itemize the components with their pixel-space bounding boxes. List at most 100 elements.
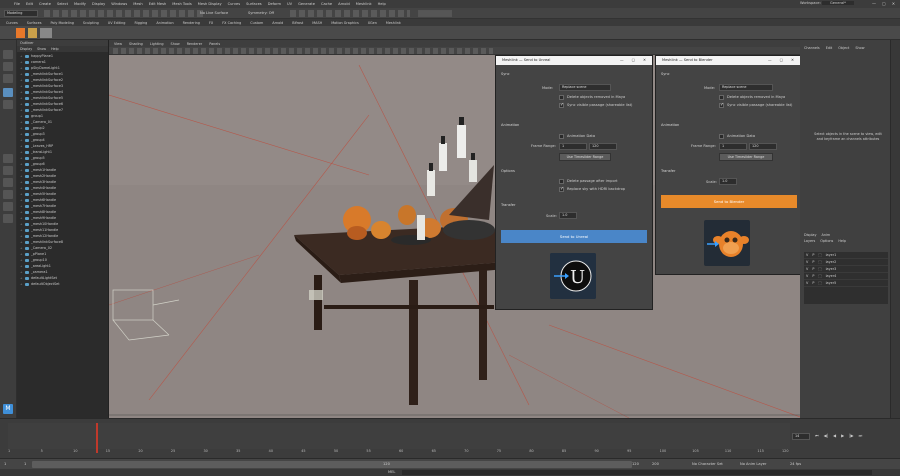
timeslider-range-button[interactable]: Use Timeslider Range [719, 153, 773, 161]
viewport-menu-item-2[interactable]: Lighting [150, 42, 164, 46]
send-to-unreal-button[interactable]: Send to Unreal [501, 230, 647, 243]
menu-item-15[interactable]: Generate [298, 2, 315, 6]
maximize-icon[interactable]: ▢ [632, 56, 635, 65]
shelf-tab-11[interactable]: Arnold [272, 21, 283, 25]
menu-item-10[interactable]: Mesh Display [198, 2, 222, 6]
close-icon[interactable]: ✕ [643, 56, 646, 65]
layer-menu-item-0[interactable]: Layers [804, 239, 815, 243]
expand-icon[interactable]: + [20, 240, 24, 244]
expand-icon[interactable]: + [20, 162, 24, 166]
shelf-tab-2[interactable]: Poly Modeling [50, 21, 73, 25]
maximize-icon[interactable]: ▢ [780, 56, 783, 65]
expand-icon[interactable]: + [20, 228, 24, 232]
time-slider[interactable]: 1 5 10 15 20 25 30 35 40 45 50 55 60 65 70 75 80 85 90 95 10… [0, 418, 900, 458]
playhead[interactable] [96, 423, 98, 453]
delete-passage-checkbox[interactable] [559, 179, 564, 184]
expand-icon[interactable]: + [20, 78, 24, 82]
shelf-tab-8[interactable]: FX [209, 21, 213, 25]
expand-icon[interactable]: + [20, 174, 24, 178]
animation-data-checkbox[interactable] [719, 134, 724, 139]
expand-icon[interactable]: + [20, 222, 24, 226]
menu-item-7[interactable]: Mesh [133, 2, 142, 6]
menu-item-12[interactable]: Surfaces [246, 2, 262, 6]
minimize-icon[interactable]: — [768, 56, 772, 65]
menu-item-18[interactable]: Meshlink [356, 2, 372, 6]
send-to-blender-button[interactable]: Send to Blender [661, 195, 797, 208]
channel-tab-3[interactable]: Show [855, 46, 864, 54]
shelf-tab-4[interactable]: UV Editing [108, 21, 126, 25]
playback-toggle[interactable]: P [812, 281, 814, 285]
shelf-tab-12[interactable]: Bifrost [292, 21, 303, 25]
expand-icon[interactable]: + [20, 252, 24, 256]
layer-row[interactable]: V P ⬚ layer2 [804, 259, 888, 266]
layer-tab-0[interactable]: Display [804, 233, 817, 237]
expand-icon[interactable]: + [20, 282, 24, 286]
play-back-icon[interactable]: ◀ [833, 433, 836, 438]
expand-icon[interactable]: + [20, 204, 24, 208]
range-bar[interactable] [32, 461, 632, 468]
channel-tab-0[interactable]: Channels [804, 46, 820, 54]
viewport-menu-item-3[interactable]: Show [171, 42, 180, 46]
timeslider-range-button[interactable]: Use Timeslider Range [559, 153, 611, 161]
layout-outliner-icon[interactable] [3, 214, 13, 223]
blender-monkey-icon[interactable] [704, 220, 750, 266]
minimize-icon[interactable]: — [620, 56, 624, 65]
step-forward-icon[interactable]: |▶ [849, 433, 853, 438]
expand-icon[interactable]: + [20, 246, 24, 250]
layout-four-icon[interactable] [3, 166, 13, 175]
range-end-inner[interactable]: 120 [383, 462, 390, 466]
frame-start-input[interactable]: 1 [559, 143, 587, 150]
menu-item-9[interactable]: Mesh Tools [172, 2, 191, 6]
expand-icon[interactable]: + [20, 168, 24, 172]
shelf-tab-14[interactable]: Motion Graphics [331, 21, 359, 25]
shelf-tab-3[interactable]: Sculpting [83, 21, 99, 25]
scale-input[interactable]: 1.0 [719, 178, 737, 185]
layer-row[interactable]: V P ⬚ layer1 [804, 252, 888, 259]
menu-item-8[interactable]: Edit Mesh [149, 2, 167, 6]
scale-input[interactable]: 1.0 [559, 212, 577, 219]
fps-select[interactable]: 24 fps [790, 462, 801, 466]
expand-icon[interactable]: + [20, 138, 24, 142]
menu-item-17[interactable]: Arnold [338, 2, 350, 6]
frame-end-input[interactable]: 120 [749, 143, 777, 150]
animation-data-checkbox[interactable] [559, 134, 564, 139]
expand-icon[interactable]: + [20, 102, 24, 106]
range-max[interactable]: 200 [652, 462, 659, 466]
layer-menu-item-2[interactable]: Help [838, 239, 846, 243]
expand-icon[interactable]: + [20, 156, 24, 160]
maya-logo-icon[interactable]: M [3, 404, 13, 414]
shelf-tab-10[interactable]: Custom [250, 21, 263, 25]
anim-layer-select[interactable]: No Anim Layer [740, 462, 766, 466]
menu-item-19[interactable]: Help [378, 2, 386, 6]
mode-select[interactable]: Modeling [4, 10, 38, 17]
mode-select[interactable]: Replace scene [559, 84, 611, 91]
layout-two-icon[interactable] [3, 178, 13, 187]
shelf-tab-9[interactable]: FX Caching [222, 21, 241, 25]
expand-icon[interactable]: + [20, 186, 24, 190]
expand-icon[interactable]: + [20, 192, 24, 196]
layer-menu-item-1[interactable]: Options [820, 239, 833, 243]
expand-icon[interactable]: + [20, 114, 24, 118]
expand-icon[interactable]: + [20, 54, 24, 58]
delete-removed-checkbox[interactable] [559, 95, 564, 100]
frame-start-input[interactable]: 1 [719, 143, 747, 150]
range-start[interactable]: 1 [4, 462, 6, 466]
select-tool-icon[interactable] [3, 50, 13, 59]
layout-graph-icon[interactable] [3, 202, 13, 211]
expand-icon[interactable]: + [20, 264, 24, 268]
side-tabs[interactable] [890, 40, 900, 418]
viewport-menu-item-0[interactable]: View [114, 42, 122, 46]
expand-icon[interactable]: + [20, 132, 24, 136]
layout-persp-icon[interactable] [3, 190, 13, 199]
viewport-menu-item-5[interactable]: Panels [209, 42, 220, 46]
shelf-tab-1[interactable]: Surfaces [27, 21, 42, 25]
visibility-toggle[interactable]: V [806, 274, 808, 278]
visibility-toggle[interactable]: V [806, 281, 808, 285]
lasso-tool-icon[interactable] [3, 62, 13, 71]
expand-icon[interactable]: + [20, 258, 24, 262]
range-start-inner[interactable]: 1 [24, 462, 26, 466]
expand-icon[interactable]: + [20, 72, 24, 76]
menu-item-11[interactable]: Curves [228, 2, 240, 6]
shelf-tab-16[interactable]: Meshlink [386, 21, 401, 25]
layer-tab-1[interactable]: Anim [822, 233, 831, 237]
